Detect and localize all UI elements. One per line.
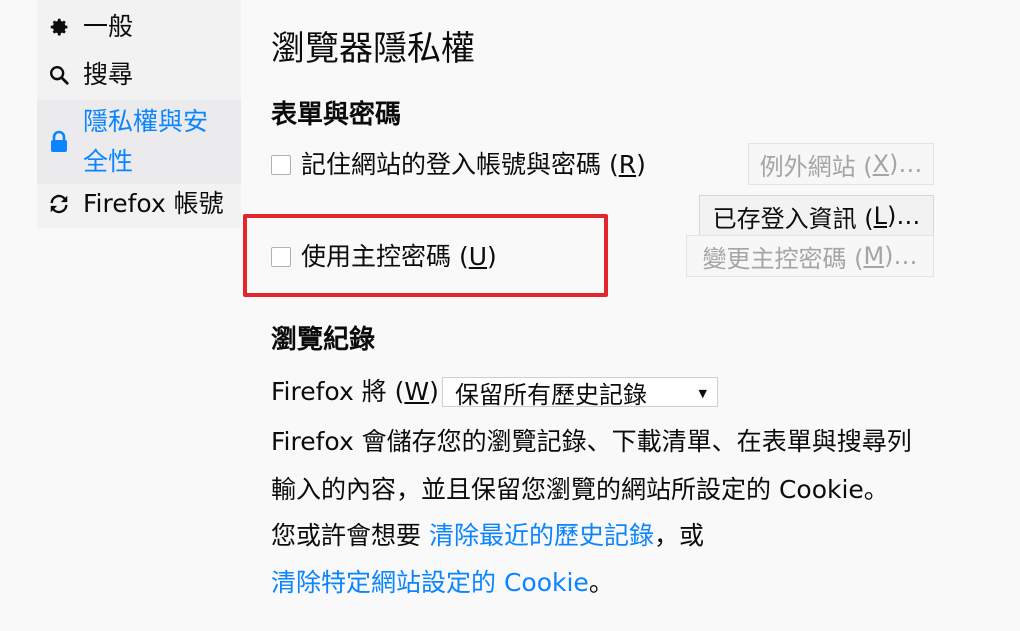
history-mode-text: Firefox 將 ( xyxy=(271,377,405,406)
history-mode-select[interactable]: 保留所有歷史記錄 ▼ xyxy=(442,377,718,409)
gear-icon xyxy=(47,15,71,39)
saved-logins-button-suffix: )… xyxy=(887,202,921,230)
history-description-line2: 輸入的內容，並且保留您瀏覽的網站所設定的 Cookie。 xyxy=(271,475,889,504)
sidebar-item-label: 一般 xyxy=(83,12,134,41)
sync-icon xyxy=(47,192,71,216)
remember-logins-row[interactable]: 記住網站的登入帳號與密碼 (R) xyxy=(271,145,646,185)
sidebar-item-privacy-security[interactable]: 隱私權與安 全性 xyxy=(37,100,241,184)
history-mode-label: Firefox 將 (W) xyxy=(271,372,439,412)
change-master-password-button[interactable]: 變更主控密碼 (M)… xyxy=(686,235,934,277)
history-description-line1: Firefox 會儲存您的瀏覽記錄、下載清單、在表單與搜尋列 xyxy=(271,427,912,456)
lock-icon xyxy=(47,130,71,154)
saved-logins-button-text: 已存登入資訊 ( xyxy=(712,204,874,233)
search-icon xyxy=(47,63,71,87)
sidebar-item-search[interactable]: 搜尋 xyxy=(37,54,241,96)
highlight-annotation-box xyxy=(243,214,608,297)
exceptions-button-suffix: )… xyxy=(889,150,923,178)
suggestion-prefix: 您或許會想要 xyxy=(271,521,429,550)
remember-logins-checkbox[interactable] xyxy=(271,155,291,175)
accesskey: W xyxy=(404,377,430,406)
clear-recent-history-link[interactable]: 清除最近的歷史記錄 xyxy=(429,521,654,550)
change-master-button-suffix: )… xyxy=(884,242,918,270)
remember-logins-label[interactable]: 記住網站的登入帳號與密碼 (R) xyxy=(301,145,646,185)
sidebar: 一般 搜尋 隱私權與安 全性 Firefox 帳號 xyxy=(37,0,241,228)
history-mode-select-value: 保留所有歷史記錄 xyxy=(455,380,647,409)
sidebar-item-label-line2: 全性 xyxy=(83,147,134,176)
accesskey: R xyxy=(618,150,637,179)
sidebar-item-firefox-account[interactable]: Firefox 帳號 xyxy=(37,183,241,225)
saved-logins-button[interactable]: 已存登入資訊 (L)… xyxy=(699,195,934,237)
sidebar-item-label: 搜尋 xyxy=(83,60,134,89)
sidebar-item-label: Firefox 帳號 xyxy=(83,189,224,218)
remember-logins-text: 記住網站的登入帳號與密碼 ( xyxy=(301,150,619,179)
section-heading-history: 瀏覽紀錄 xyxy=(271,325,376,355)
chevron-down-icon: ▼ xyxy=(698,387,707,400)
accesskey: L xyxy=(873,202,887,230)
sidebar-item-general[interactable]: 一般 xyxy=(37,6,241,48)
history-suggestion-line: 您或許會想要 清除最近的歷史記錄，或 xyxy=(271,516,704,556)
history-cookie-line: 清除特定網站設定的 Cookie。 xyxy=(271,563,614,603)
accesskey: M xyxy=(863,242,885,270)
exceptions-button[interactable]: 例外網站 (X)… xyxy=(748,143,934,185)
remember-logins-suffix: ) xyxy=(636,150,646,179)
change-master-button-text: 變更主控密碼 ( xyxy=(702,244,864,273)
clear-site-cookies-link[interactable]: 清除特定網站設定的 Cookie xyxy=(271,568,589,597)
exceptions-button-text: 例外網站 ( xyxy=(759,152,873,181)
suggestion-end: 。 xyxy=(588,568,614,597)
suggestion-mid: ，或 xyxy=(653,521,704,550)
accesskey: X xyxy=(872,150,890,178)
sidebar-item-label-line1: 隱私權與安 xyxy=(83,107,209,136)
section-heading-forms-passwords: 表單與密碼 xyxy=(271,100,402,130)
page-title: 瀏覽器隱私權 xyxy=(271,29,475,69)
sidebar-item-label: 隱私權與安 全性 xyxy=(83,102,233,182)
history-mode-suffix: ) xyxy=(429,377,439,406)
